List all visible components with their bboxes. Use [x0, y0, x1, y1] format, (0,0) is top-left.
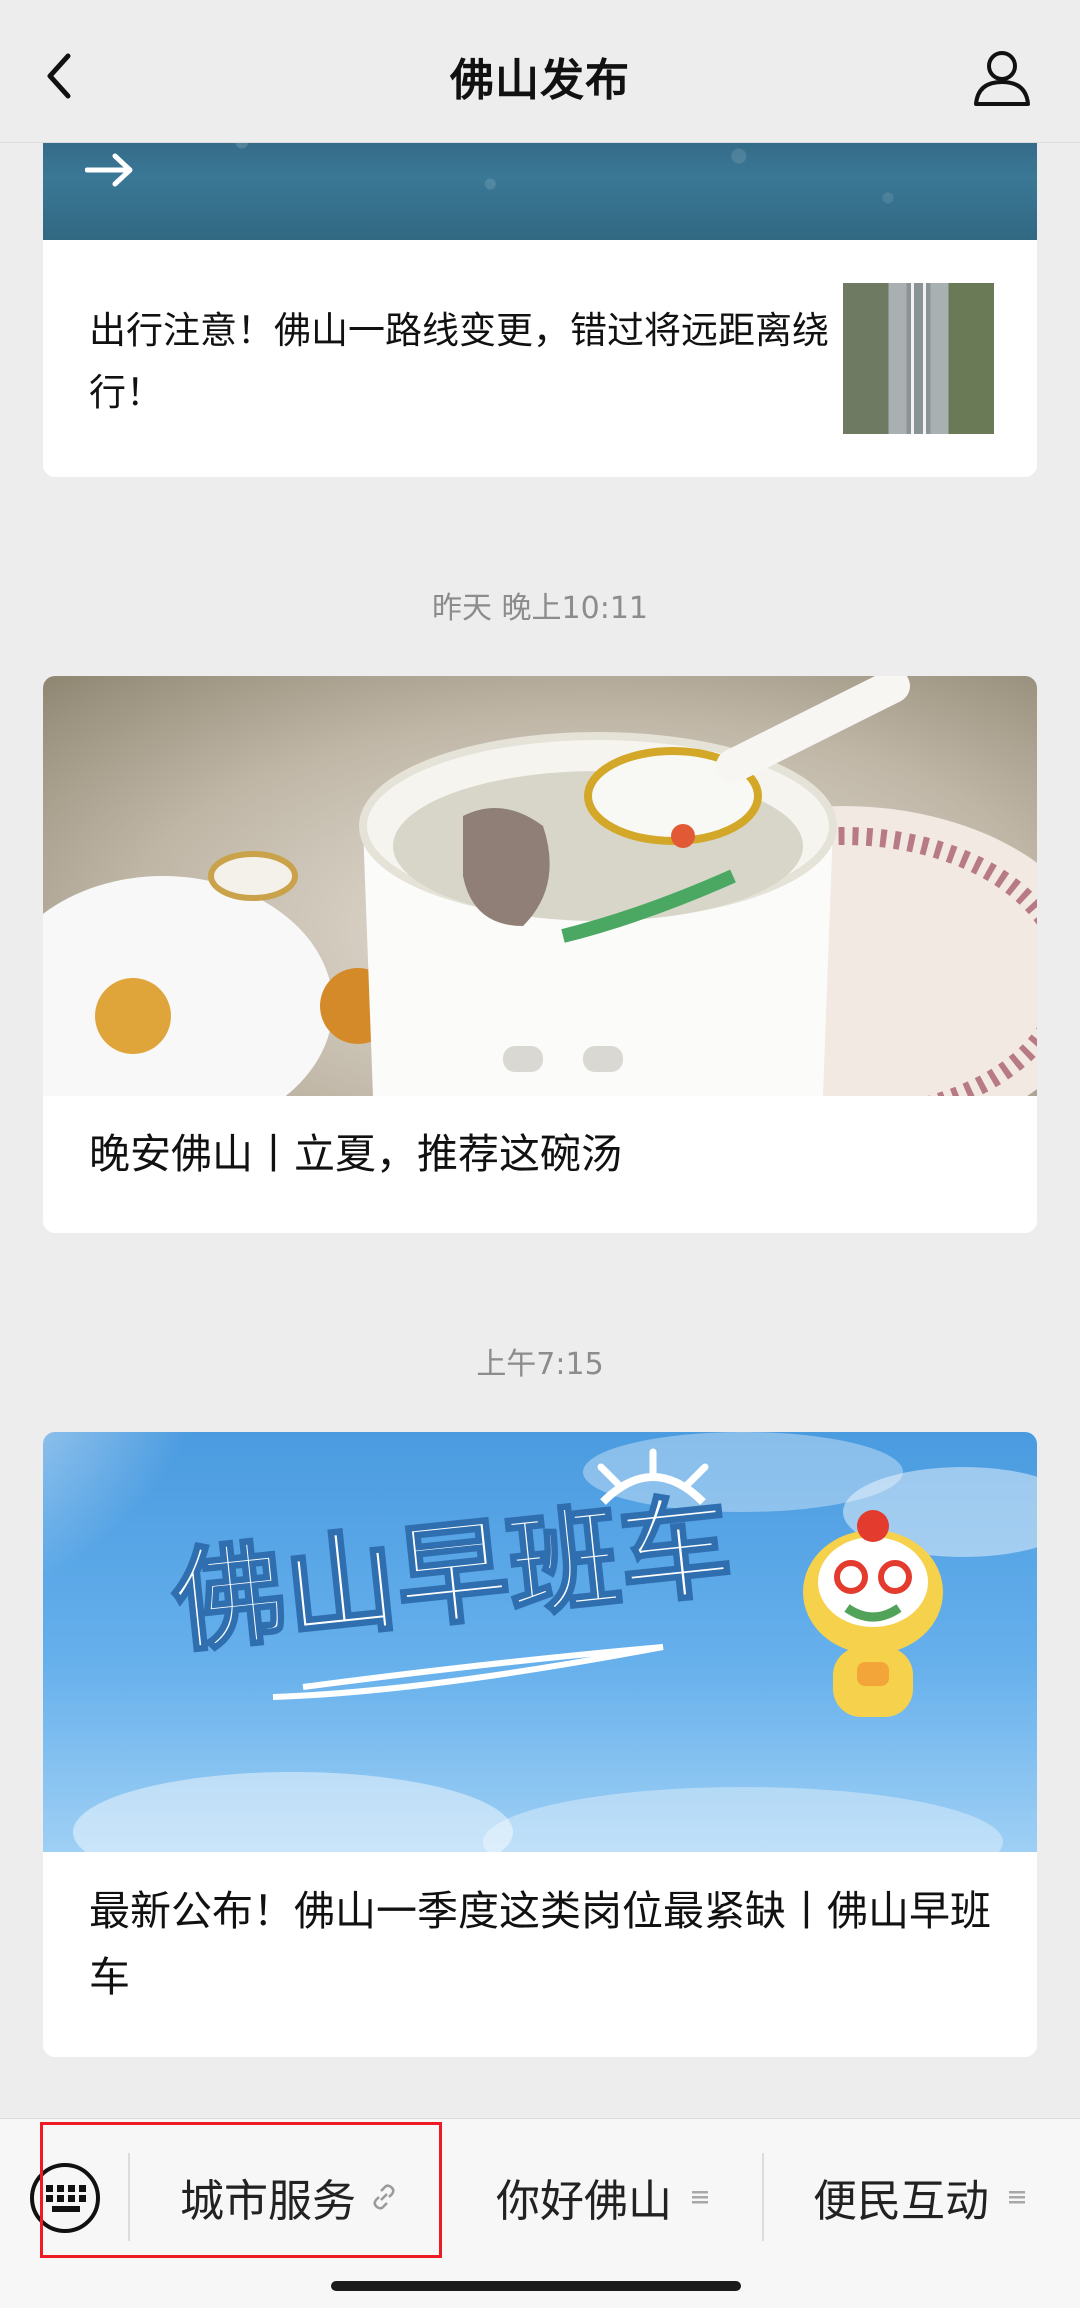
article-title: 最新公布！佛山一季度这类岗位最紧缺丨佛山早班车 — [89, 1887, 991, 2001]
home-indicator — [331, 2281, 741, 2291]
arrow-right-icon — [85, 153, 133, 187]
menu-item-hello-foshan[interactable]: 你好佛山 — [448, 2161, 762, 2233]
article-card[interactable]: 晚安佛山丨立夏，推荐这碗汤 — [43, 676, 1037, 1233]
menu-item-label: 你好佛山 — [496, 2176, 672, 2227]
page-title: 佛山发布 — [450, 55, 630, 106]
timestamp: 上午7:15 — [476, 1347, 604, 1382]
person-icon[interactable] — [972, 48, 1032, 108]
soup-illustration — [43, 676, 1037, 1096]
article-cover-image — [43, 676, 1037, 1096]
timestamp: 昨天 晚上10:11 — [432, 591, 648, 626]
service-menu-bar: 城市服务 你好佛山 便民互动 — [0, 2118, 1080, 2308]
article-cover-image: 佛山早班车 — [43, 1432, 1037, 1852]
article-title: 出行注意！佛山一路线变更，错过将远距离绕行！ — [89, 309, 829, 414]
list-icon — [1009, 2191, 1025, 2204]
list-icon — [692, 2191, 708, 2204]
morning-bus-illustration: 佛山早班车 — [43, 1432, 1037, 1852]
menu-item-label: 便民互动 — [813, 2176, 989, 2227]
keyboard-icon[interactable] — [28, 2161, 102, 2235]
cover-brand-text: 佛山早班车 — [166, 1481, 738, 1669]
article-title: 晚安佛山丨立夏，推荐这碗汤 — [89, 1130, 622, 1178]
article-thumbnail — [843, 283, 994, 434]
top-nav-bar: 佛山发布 — [0, 0, 1080, 143]
article-card[interactable]: 佛山早班车 最新公布！佛山一季度这类岗位最紧缺丨佛山早班车 — [43, 1432, 1037, 2057]
menu-item-public-interaction[interactable]: 便民互动 — [764, 2161, 1080, 2233]
link-icon — [373, 2184, 395, 2210]
menu-item-city-service[interactable]: 城市服务 — [130, 2161, 448, 2233]
article-card[interactable]: 出行注意！佛山一路线变更，错过将远距离绕行！ — [43, 100, 1037, 477]
menu-item-label: 城市服务 — [180, 2176, 356, 2227]
